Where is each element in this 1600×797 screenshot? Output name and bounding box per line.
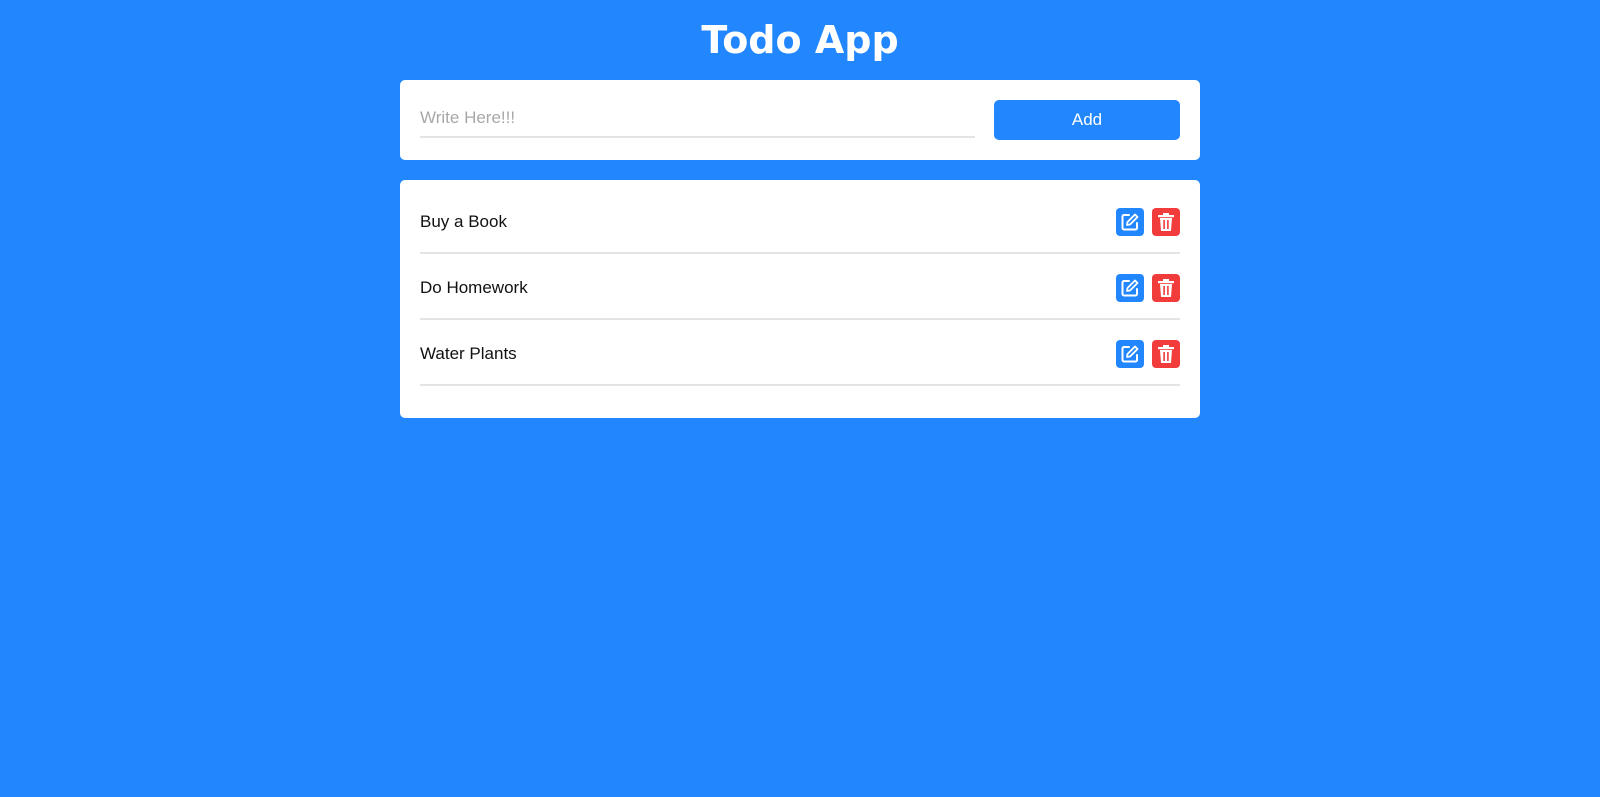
todo-actions bbox=[1116, 274, 1180, 302]
todo-item: Do Homework bbox=[420, 256, 1180, 320]
trash-icon bbox=[1158, 279, 1174, 297]
todo-item: Water Plants bbox=[420, 322, 1180, 386]
edit-icon bbox=[1121, 345, 1139, 363]
todo-text: Buy a Book bbox=[420, 212, 507, 231]
edit-button[interactable] bbox=[1116, 274, 1144, 302]
edit-button[interactable] bbox=[1116, 340, 1144, 368]
page-title: Todo App bbox=[701, 18, 899, 62]
trash-icon bbox=[1158, 213, 1174, 231]
todo-item: Buy a Book bbox=[420, 190, 1180, 254]
todo-actions bbox=[1116, 208, 1180, 236]
todo-text: Do Homework bbox=[420, 278, 528, 297]
todo-list-card: Buy a Book Do Homework Water Plants bbox=[400, 180, 1200, 418]
edit-button[interactable] bbox=[1116, 208, 1144, 236]
todo-actions bbox=[1116, 340, 1180, 368]
add-todo-form: Add bbox=[400, 80, 1200, 160]
delete-button[interactable] bbox=[1152, 340, 1180, 368]
edit-icon bbox=[1121, 279, 1139, 297]
edit-icon bbox=[1121, 213, 1139, 231]
delete-button[interactable] bbox=[1152, 274, 1180, 302]
trash-icon bbox=[1158, 345, 1174, 363]
add-button[interactable]: Add bbox=[994, 100, 1180, 140]
todo-input[interactable] bbox=[420, 100, 975, 138]
todo-text: Water Plants bbox=[420, 344, 517, 363]
delete-button[interactable] bbox=[1152, 208, 1180, 236]
